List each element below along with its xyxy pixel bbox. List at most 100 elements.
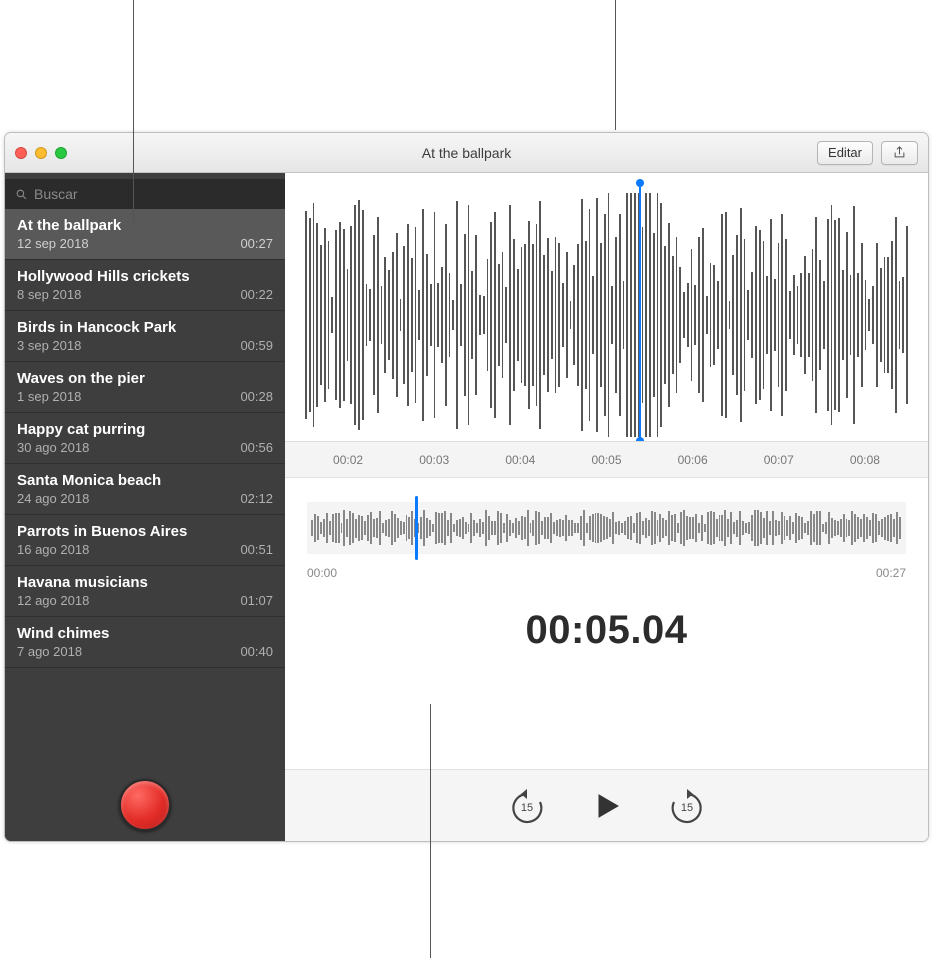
waveform-zoom-view[interactable]: 00:0200:0300:0400:0500:0600:0700:08 [285, 173, 928, 478]
overview-bar [713, 512, 715, 544]
overview-bar [689, 517, 691, 540]
overview-bar [698, 523, 700, 533]
waveform-bar [362, 210, 364, 420]
recording-duration: 01:07 [240, 593, 273, 608]
waveform-bar [573, 265, 575, 365]
waveform-bar [800, 273, 802, 357]
overview-bar [704, 524, 706, 532]
overview-bar [810, 511, 812, 544]
overview-end-time: 00:27 [876, 566, 906, 580]
waveform-bar [536, 224, 538, 407]
waveform-bar [498, 264, 500, 366]
recording-duration: 00:22 [240, 287, 273, 302]
recording-item[interactable]: Waves on the pier1 sep 201800:28 [5, 362, 285, 413]
recording-title: Birds in Hancock Park [17, 319, 273, 336]
record-button[interactable] [119, 779, 171, 831]
overview-bar [615, 522, 617, 534]
recording-item[interactable]: Hollywood Hills crickets8 sep 201800:22 [5, 260, 285, 311]
waveform-bar [899, 281, 901, 349]
app-window: At the ballpark Editar Buscar At the bal… [4, 132, 929, 842]
overview-bar [532, 520, 534, 536]
waveform-bar [411, 258, 413, 372]
overview-bar [695, 514, 697, 542]
overview-bar [600, 514, 602, 541]
close-window-button[interactable] [15, 147, 27, 159]
overview-bar [349, 511, 351, 544]
overview-bar [754, 510, 756, 545]
overview-bar [757, 510, 759, 546]
waveform-bar [437, 283, 439, 346]
play-button[interactable] [587, 786, 627, 826]
overview-bar [730, 512, 732, 545]
overview-bar [571, 520, 573, 536]
waveform-overview[interactable] [307, 502, 906, 554]
recording-duration: 00:51 [240, 542, 273, 557]
overview-bar [651, 511, 653, 545]
overview-bar [447, 520, 449, 536]
overview-bar [848, 520, 850, 535]
recording-item[interactable]: Havana musicians12 ago 201801:07 [5, 566, 285, 617]
overview-bar [781, 512, 783, 544]
zoom-window-button[interactable] [55, 147, 67, 159]
waveform-bar [502, 252, 504, 378]
elapsed-time: 00:05.04 [285, 608, 928, 653]
skip-back-15-button[interactable]: 15 [507, 786, 547, 826]
waveform-bar [468, 205, 470, 425]
overview-bar [719, 515, 721, 542]
recording-item[interactable]: At the ballpark12 sep 201800:27 [5, 209, 285, 260]
overview-bar [512, 523, 514, 533]
share-button[interactable] [881, 141, 918, 165]
playback-controls: 15 15 [285, 769, 928, 841]
ruler-tick: 00:04 [477, 453, 563, 467]
waveform-bar [725, 212, 727, 417]
recording-item[interactable]: Parrots in Buenos Aires16 ago 201800:51 [5, 515, 285, 566]
waveform-bar [392, 252, 394, 379]
overview-bar [509, 520, 511, 537]
waveform-bar [471, 271, 473, 359]
waveform-bar [331, 297, 333, 333]
waveform-bar [585, 241, 587, 389]
edit-button[interactable]: Editar [817, 141, 873, 165]
waveform-bar [793, 275, 795, 355]
waveform-bar [747, 290, 749, 340]
overview-bar [857, 517, 859, 539]
waveform-bar [763, 241, 765, 390]
waveform-bar [388, 270, 390, 359]
ruler-tick: 00:07 [736, 453, 822, 467]
overview-bar [896, 512, 898, 543]
overview-playhead[interactable] [415, 496, 418, 560]
recording-item[interactable]: Wind chimes7 ago 201800:40 [5, 617, 285, 668]
playhead[interactable] [639, 183, 641, 441]
overview-bar [391, 511, 393, 545]
recording-item[interactable]: Happy cat purring30 ago 201800:56 [5, 413, 285, 464]
recording-date: 8 sep 2018 [17, 287, 81, 302]
overview-bar [361, 516, 363, 540]
overview-bar [323, 519, 325, 538]
recording-item[interactable]: Birds in Hancock Park3 sep 201800:59 [5, 311, 285, 362]
waveform-bar [789, 291, 791, 339]
overview-bar [503, 523, 505, 533]
minimize-window-button[interactable] [35, 147, 47, 159]
waveform-bar [642, 227, 644, 404]
waveform-bar [797, 286, 799, 343]
recordings-list: At the ballpark12 sep 201800:27Hollywood… [5, 209, 285, 769]
overview-bar [834, 520, 836, 536]
waveform-bar [615, 237, 617, 393]
recording-item[interactable]: Santa Monica beach24 ago 201802:12 [5, 464, 285, 515]
overview-bar [465, 522, 467, 533]
waveform-bar [660, 203, 662, 426]
overview-bar [450, 513, 452, 543]
time-ruler: 00:0200:0300:0400:0500:0600:0700:08 [285, 441, 928, 477]
waveform-bar [778, 243, 780, 387]
overview-bar [633, 523, 635, 534]
waveform-bar [430, 284, 432, 345]
skip-forward-15-button[interactable]: 15 [667, 786, 707, 826]
search-input[interactable]: Buscar [5, 179, 285, 209]
overview-bar [645, 518, 647, 538]
waveform-bar [521, 247, 523, 382]
overview-bar [444, 511, 446, 546]
overview-bar [400, 521, 402, 536]
overview-bar [778, 521, 780, 536]
waveform-bar [358, 200, 360, 430]
overview-bar [887, 515, 889, 540]
